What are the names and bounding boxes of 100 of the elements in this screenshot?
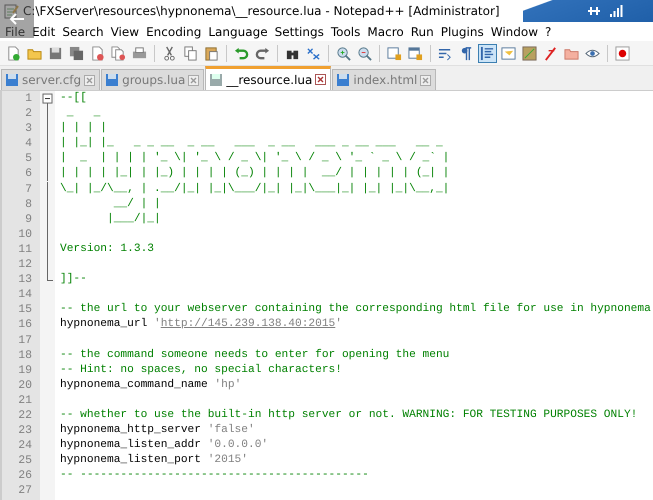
code-text: -- Hint: no spaces, no special characters! <box>60 364 342 376</box>
save-icon <box>105 73 120 87</box>
code-text: '2015' <box>208 454 248 466</box>
menu-item[interactable]: Window <box>488 24 542 38</box>
close-file-icon <box>90 46 105 60</box>
code-text: | |_| |_ _ _ __ _ __ ___ _ __ ___ _ __ ___ __ _ <box>60 137 443 150</box>
menu-item[interactable]: Edit <box>29 24 58 38</box>
line-number: 8 <box>24 196 33 212</box>
line-number: 22 <box>17 408 33 424</box>
code-text: hypnonema_command_name <box>60 378 209 391</box>
save-icon <box>336 73 350 87</box>
file-tab[interactable]: __resource.lua <box>205 66 332 90</box>
zoom-in-icon <box>336 46 351 60</box>
tab-label: server.cfg <box>22 73 82 87</box>
fold-collapse-icon[interactable] <box>42 91 53 106</box>
line-number: 25 <box>17 453 33 468</box>
line-number: 18 <box>17 348 33 363</box>
code-text: ' <box>335 318 342 330</box>
code-text: -- the command someone needs to enter for opening the menu <box>60 348 450 361</box>
zoom-out-icon <box>357 46 372 60</box>
line-number: 1 <box>24 91 33 106</box>
code-text: \_| |_/\__, | .__/|_| |_|\___/|_| |_|\___|_| |_| |_|\__,_| <box>60 182 450 195</box>
line-number: 6 <box>24 166 33 182</box>
line-number: 16 <box>17 317 33 332</box>
code-text: _ _ <box>66 107 100 120</box>
menu-item[interactable]: Run <box>408 24 437 38</box>
code-text: hypnonema_listen_addr <box>60 439 202 452</box>
code-text: | _ | | | | '_ \| '_ \ / _ \| '_ \ / _ \ '_ ` _ \ / _` | <box>60 152 450 164</box>
menu-item[interactable]: Settings <box>272 24 327 38</box>
toolbar-button[interactable] <box>520 44 539 62</box>
code-text: 'false' <box>208 424 255 436</box>
line-number: 11 <box>17 242 33 258</box>
line-number: 9 <box>24 212 33 227</box>
code-text: hypnonema_url <box>60 318 148 330</box>
signal-bars-icon <box>609 4 623 18</box>
line-number: 21 <box>17 392 33 408</box>
line-number: 27 <box>17 483 33 499</box>
redo-icon <box>255 46 270 60</box>
menu-item[interactable]: ? <box>542 24 554 38</box>
line-number: 20 <box>17 378 33 393</box>
line-number: 4 <box>24 136 33 152</box>
record-icon <box>615 46 630 60</box>
line-number: 3 <box>24 121 33 136</box>
line-number: 26 <box>17 468 33 484</box>
menu-item[interactable]: Tools <box>328 24 364 38</box>
menu-item[interactable]: Encoding <box>143 24 204 38</box>
code-text: ' <box>154 318 161 330</box>
toolbar-button[interactable] <box>613 44 632 62</box>
line-number: 2 <box>24 106 33 122</box>
code-text: --[[ <box>60 92 87 104</box>
pin-icon[interactable] <box>587 4 601 18</box>
line-number: 17 <box>17 332 33 348</box>
close-all-icon <box>111 46 126 60</box>
tab-label: __resource.lua <box>226 72 312 86</box>
save-icon <box>5 73 19 87</box>
notepad-icon <box>3 3 19 19</box>
save-icon <box>209 72 224 86</box>
code-text: __/ | | <box>112 198 161 210</box>
code-text: Version: 1.3.3 <box>60 242 154 255</box>
code-link[interactable]: http://145.239.138.40:2015 <box>160 318 336 330</box>
fold-end-mark <box>47 272 53 282</box>
line-number: 5 <box>24 151 33 166</box>
indent-guide-icon <box>480 46 495 60</box>
printer-icon <box>132 46 147 60</box>
toolbar-button[interactable] <box>478 44 497 62</box>
save-all-icon <box>69 46 84 60</box>
code-text: 'hp' <box>214 378 242 391</box>
code-text: -- ------------------------------------------- <box>60 469 369 482</box>
save-icon <box>48 46 63 60</box>
code-text: -- the url to your webserver containing the corresponding html file for use in hypnonema <box>60 303 651 316</box>
line-number: 10 <box>17 226 33 242</box>
code-text: | | | | |_| | |_) | | | | (_) | | | | __/ | | | | | (_| | <box>60 167 450 180</box>
menu-item[interactable]: View <box>108 24 142 38</box>
new-file-icon <box>6 46 21 60</box>
window-title: C:\FXServer\resources\hypnonema\__resource.lua - Notepad++ [Administrator] <box>23 4 500 18</box>
line-number: 13 <box>17 272 33 288</box>
code-text: ]]-- <box>60 273 87 286</box>
code-text: -- whether to use the built-in http server or not. WARNING: FOR TESTING PURPOSES ONLY! <box>60 408 638 421</box>
line-number: 24 <box>17 438 33 454</box>
line-number: 15 <box>17 302 33 318</box>
document-map-icon <box>501 46 516 60</box>
menu-item[interactable]: Macro <box>364 24 407 38</box>
menu-item[interactable]: File <box>2 24 28 38</box>
line-number: 7 <box>24 182 33 197</box>
undo-icon <box>234 46 249 60</box>
pilcrow-icon <box>459 46 474 60</box>
scissors-icon <box>162 46 177 60</box>
clipboard-icon <box>204 46 219 60</box>
tab-label: index.html <box>353 73 418 87</box>
copy-icon <box>183 46 198 60</box>
code-text: '0.0.0.0' <box>208 439 268 452</box>
menu-item[interactable]: Search <box>59 24 107 38</box>
code-text: hypnonema_http_server <box>60 424 202 436</box>
menu-item[interactable]: Plugins <box>438 24 487 38</box>
close-icon[interactable] <box>315 74 326 85</box>
line-number: 14 <box>17 287 33 302</box>
menu-item[interactable]: Language <box>205 24 271 38</box>
line-number: 12 <box>17 257 33 272</box>
code-text: hypnonema_listen_port <box>60 454 202 466</box>
line-number: 19 <box>17 362 33 378</box>
